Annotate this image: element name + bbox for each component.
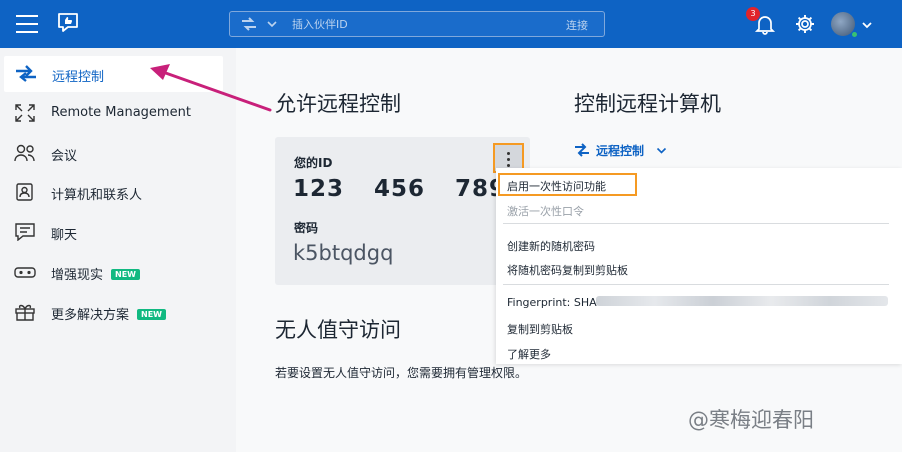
new-badge: NEW xyxy=(137,309,166,320)
allow-remote-control-title: 允许远程控制 xyxy=(275,92,401,116)
partner-id-search: 连接 xyxy=(229,11,605,37)
sidebar-item-label: 会议 xyxy=(51,149,78,164)
chevron-down-icon xyxy=(656,147,667,154)
sidebar-item-chat[interactable]: 聊天 xyxy=(0,214,236,250)
unattended-access-text: 若要设置无人值守访问，您需要拥有管理权限。 xyxy=(275,366,528,380)
chevron-down-icon[interactable] xyxy=(861,19,873,31)
notification-badge: 3 xyxy=(746,7,760,21)
sidebar-item-augmented-reality[interactable]: 增强现实 NEW xyxy=(0,254,236,290)
sidebar-item-label: Remote Management xyxy=(51,105,191,120)
fingerprint-value-redacted xyxy=(596,296,888,306)
sidebar-item-remote-management[interactable]: Remote Management xyxy=(0,95,236,131)
your-id-label: 您的ID xyxy=(294,156,333,170)
new-badge: NEW xyxy=(111,269,140,280)
your-id-value: 123 456 789 xyxy=(293,176,507,202)
watermark: @寒梅迎春阳 xyxy=(688,408,814,432)
online-status-dot xyxy=(851,31,858,38)
password-value: k5btqdgq xyxy=(293,241,394,265)
menu-item-learn-more[interactable]: 了解更多 xyxy=(507,346,551,362)
control-remote-computer-title: 控制远程计算机 xyxy=(574,92,721,116)
swap-arrows-icon xyxy=(575,143,589,157)
sidebar-item-label-more: 更多解决方案 NEW xyxy=(51,304,166,323)
highlight-box xyxy=(498,173,637,196)
sidebar-item-label: 计算机和联系人 xyxy=(51,188,143,203)
sidebar-item-meeting[interactable]: 会议 xyxy=(0,135,236,171)
menu-item-copy-random-password[interactable]: 将随机密码复制到剪贴板 xyxy=(507,262,628,278)
ar-glasses-icon xyxy=(14,267,36,278)
menu-item-activate-one-time-password[interactable]: 激活一次性口令 xyxy=(507,203,584,219)
gear-icon[interactable] xyxy=(794,13,816,35)
connect-button[interactable]: 连接 xyxy=(566,17,588,33)
expand-icon xyxy=(15,104,35,122)
menu-divider xyxy=(503,223,889,224)
menu-item-copy-to-clipboard[interactable]: 复制到剪贴板 xyxy=(507,321,573,337)
swap-arrows-icon xyxy=(16,65,36,82)
sidebar-item-computers-contacts[interactable]: 计算机和联系人 xyxy=(0,174,236,210)
sidebar-item-label-ar: 增强现实 NEW xyxy=(51,264,140,283)
unattended-access-title: 无人值守访问 xyxy=(275,318,401,342)
sidebar-item-label: 远程控制 xyxy=(52,70,105,85)
sidebar-item-more-solutions[interactable]: 更多解决方案 NEW xyxy=(0,294,236,330)
people-icon xyxy=(14,144,35,162)
swap-icon[interactable] xyxy=(240,16,258,32)
partner-id-input[interactable] xyxy=(292,15,512,33)
gift-icon xyxy=(15,304,35,321)
chevron-down-icon[interactable] xyxy=(266,18,278,30)
sidebar-item-label: 聊天 xyxy=(51,228,78,243)
contact-card-icon xyxy=(16,183,33,201)
menu-divider xyxy=(503,284,889,285)
menu-item-create-random-password[interactable]: 创建新的随机密码 xyxy=(507,238,595,254)
menu-icon[interactable] xyxy=(16,15,38,33)
sidebar-item-label: 增强现实 xyxy=(51,268,104,283)
sidebar-item-remote-control[interactable]: 远程控制 xyxy=(4,56,223,92)
sidebar-item-label: 更多解决方案 xyxy=(51,308,130,323)
password-label: 密码 xyxy=(294,221,319,235)
chat-icon xyxy=(15,223,35,241)
connection-mode-label: 远程控制 xyxy=(596,144,645,158)
feedback-icon[interactable] xyxy=(56,12,80,34)
fingerprint-label: Fingerprint: SHA xyxy=(507,296,597,309)
